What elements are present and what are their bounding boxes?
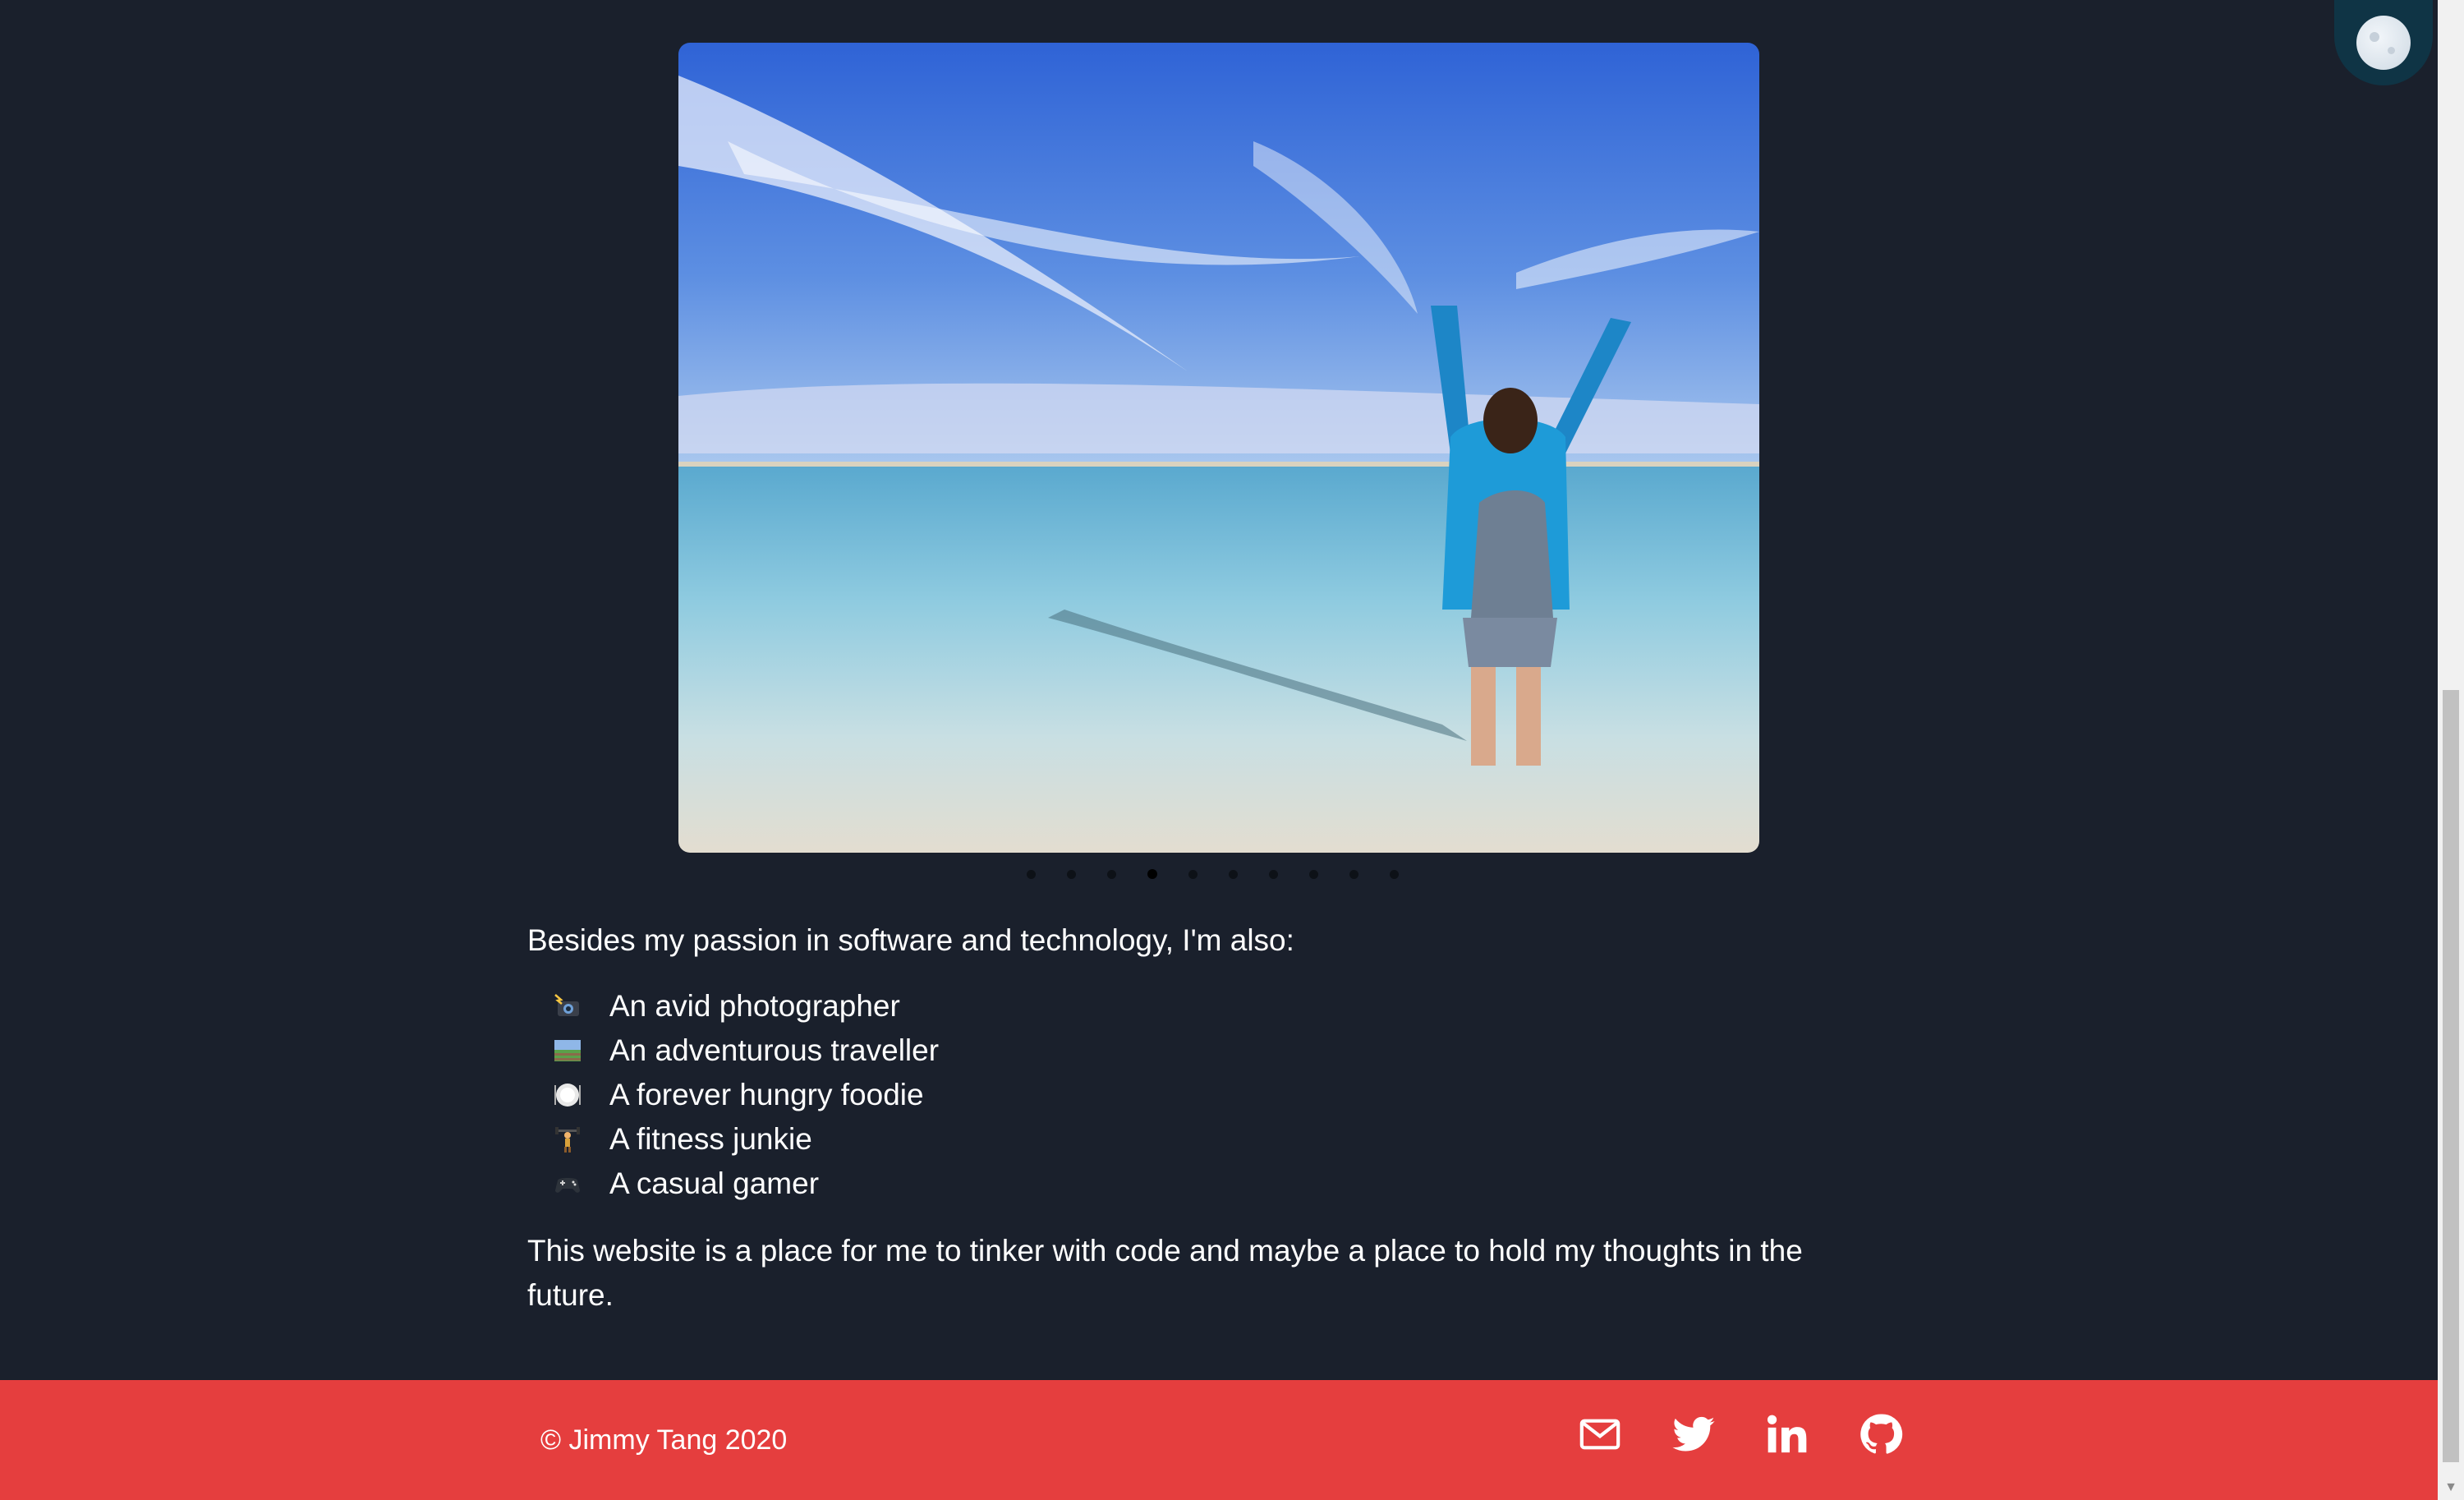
closing-text: This website is a place for me to tinker… [527, 1234, 1803, 1312]
railway-track-icon [552, 1035, 583, 1066]
carousel-photo [678, 43, 1759, 853]
list-item: A fitness junkie [552, 1117, 1882, 1162]
mail-icon [1579, 1419, 1620, 1450]
social-links [1577, 1411, 1904, 1457]
hobby-label: A casual gamer [609, 1166, 820, 1200]
plate-icon [552, 1079, 583, 1111]
carousel-dot-active[interactable] [1147, 869, 1157, 879]
carousel-dot[interactable] [1107, 869, 1116, 879]
camera-flash-icon [552, 991, 583, 1022]
twitter-link[interactable] [1671, 1411, 1717, 1457]
hobby-label: An adventurous traveller [609, 1033, 940, 1067]
carousel-dot[interactable] [1188, 869, 1198, 879]
list-item: A casual gamer [552, 1162, 1882, 1206]
carousel-dot[interactable] [1349, 869, 1358, 879]
theme-toggle-button[interactable] [2334, 0, 2433, 85]
twitter-icon [1672, 1416, 1715, 1452]
scrollbar-thumb[interactable] [2443, 690, 2459, 1462]
github-icon [1860, 1414, 1903, 1454]
vertical-scrollbar[interactable]: ▼ [2438, 0, 2464, 1500]
scroll-down-arrow[interactable]: ▼ [2438, 1475, 2464, 1500]
about-section: Besides my passion in software and techn… [527, 918, 1882, 1318]
email-link[interactable] [1577, 1411, 1623, 1457]
carousel-dots [1027, 868, 1399, 880]
linkedin-link[interactable] [1764, 1411, 1810, 1457]
site-footer: © Jimmy Tang 2020 [0, 1380, 2438, 1500]
hobby-label: A forever hungry foodie [609, 1078, 924, 1111]
weightlifter-icon [552, 1124, 583, 1155]
carousel-dot[interactable] [1027, 869, 1036, 879]
hobby-label: An avid photographer [609, 989, 900, 1023]
list-item: An adventurous traveller [552, 1028, 1882, 1073]
linkedin-icon [1767, 1415, 1807, 1453]
carousel-dot[interactable] [1309, 869, 1318, 879]
carousel-dot[interactable] [1067, 869, 1076, 879]
photo-carousel[interactable] [678, 43, 1759, 853]
copyright-text: © Jimmy Tang 2020 [540, 1424, 788, 1456]
list-item: A forever hungry foodie [552, 1073, 1882, 1117]
moon-icon [2356, 16, 2411, 70]
hobby-list: An avid photographer An adventurous trav… [552, 984, 1882, 1206]
carousel-dot[interactable] [1390, 869, 1399, 879]
intro-text: Besides my passion in software and techn… [527, 923, 1294, 957]
game-controller-icon [552, 1168, 583, 1199]
list-item: An avid photographer [552, 984, 1882, 1028]
github-link[interactable] [1858, 1411, 1904, 1457]
page: Besides my passion in software and techn… [0, 0, 2438, 1500]
hobby-label: A fitness junkie [609, 1122, 812, 1156]
carousel-dot[interactable] [1269, 869, 1278, 879]
carousel-dot[interactable] [1229, 869, 1238, 879]
